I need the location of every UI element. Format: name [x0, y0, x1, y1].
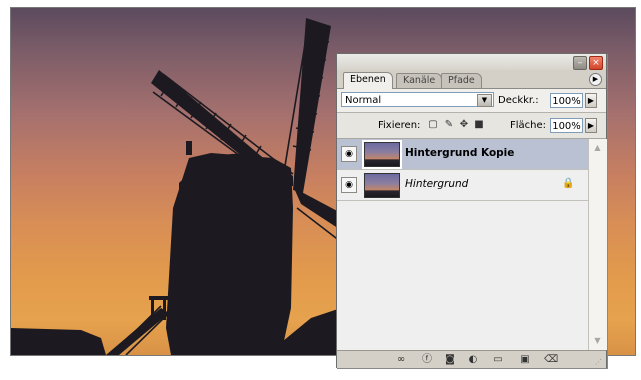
- opacity-slider-button[interactable]: ▶: [585, 93, 597, 108]
- lock-paint-icon[interactable]: ✎: [443, 119, 455, 131]
- scroll-up-icon[interactable]: ▲: [592, 142, 603, 153]
- layer-thumbnail: [362, 140, 402, 169]
- lock-all-icon[interactable]: ■: [473, 119, 485, 131]
- lock-fill-row: Fixieren: ▢ ✎ ✥ ■ Fläche: 100% ▶: [337, 113, 606, 139]
- lock-icon: 🔒: [562, 178, 575, 189]
- layer-row[interactable]: ◉ Hintergrund Kopie: [337, 139, 588, 170]
- layers-list: ◉ Hintergrund Kopie ◉ Hintergrund 🔒: [337, 139, 588, 350]
- layers-scrollbar[interactable]: ▲ ▼: [588, 139, 607, 350]
- fill-label: Fläche:: [510, 120, 547, 131]
- layer-thumbnail: [364, 173, 400, 198]
- chevron-down-icon[interactable]: ▼: [477, 94, 492, 107]
- panel-titlebar[interactable]: – ×: [337, 54, 606, 70]
- trash-icon[interactable]: ⌫: [544, 353, 558, 366]
- fill-input[interactable]: 100%: [550, 118, 583, 133]
- eye-icon[interactable]: ◉: [341, 177, 357, 193]
- opacity-label: Deckkr.:: [498, 95, 539, 106]
- scroll-down-icon[interactable]: ▼: [592, 335, 603, 346]
- panel-menu-icon[interactable]: ▶: [589, 73, 602, 86]
- tab-pfade[interactable]: Pfade: [441, 73, 482, 88]
- link-icon[interactable]: ∞: [394, 353, 408, 366]
- lock-transparency-icon[interactable]: ▢: [427, 119, 439, 131]
- close-button[interactable]: ×: [589, 56, 603, 70]
- panel-footer: ∞ ⓕ ◙ ◐ ▭ ▣ ⌫ ⋰: [337, 350, 606, 368]
- eye-icon[interactable]: ◉: [341, 146, 357, 162]
- layer-name: Hintergrund: [405, 178, 469, 190]
- new-layer-icon[interactable]: ▣: [518, 353, 532, 366]
- resize-grip-icon[interactable]: ⋰: [595, 357, 605, 367]
- blend-mode-value: Normal: [345, 95, 382, 106]
- group-folder-icon[interactable]: ▭: [491, 353, 505, 366]
- adjustment-icon[interactable]: ◐: [466, 353, 480, 366]
- fill-slider-button[interactable]: ▶: [585, 118, 597, 133]
- lock-label: Fixieren:: [378, 120, 421, 131]
- layer-style-icon[interactable]: ⓕ: [420, 353, 434, 366]
- minimize-button[interactable]: –: [573, 56, 587, 70]
- lock-position-icon[interactable]: ✥: [458, 119, 470, 131]
- tab-ebenen[interactable]: Ebenen: [343, 72, 393, 89]
- layers-panel: – × Ebenen Kanäle Pfade ▶ Normal ▼ Deckk…: [336, 53, 607, 368]
- layer-row[interactable]: ◉ Hintergrund 🔒: [337, 170, 588, 201]
- opacity-input[interactable]: 100%: [550, 93, 583, 108]
- tab-kanaele[interactable]: Kanäle: [396, 73, 443, 88]
- blend-mode-select[interactable]: Normal ▼: [341, 92, 494, 107]
- blend-opacity-row: Normal ▼ Deckkr.: 100% ▶: [337, 89, 606, 113]
- mask-icon[interactable]: ◙: [443, 353, 457, 366]
- layer-name: Hintergrund Kopie: [405, 147, 515, 159]
- panel-tabs: Ebenen Kanäle Pfade ▶: [337, 70, 606, 89]
